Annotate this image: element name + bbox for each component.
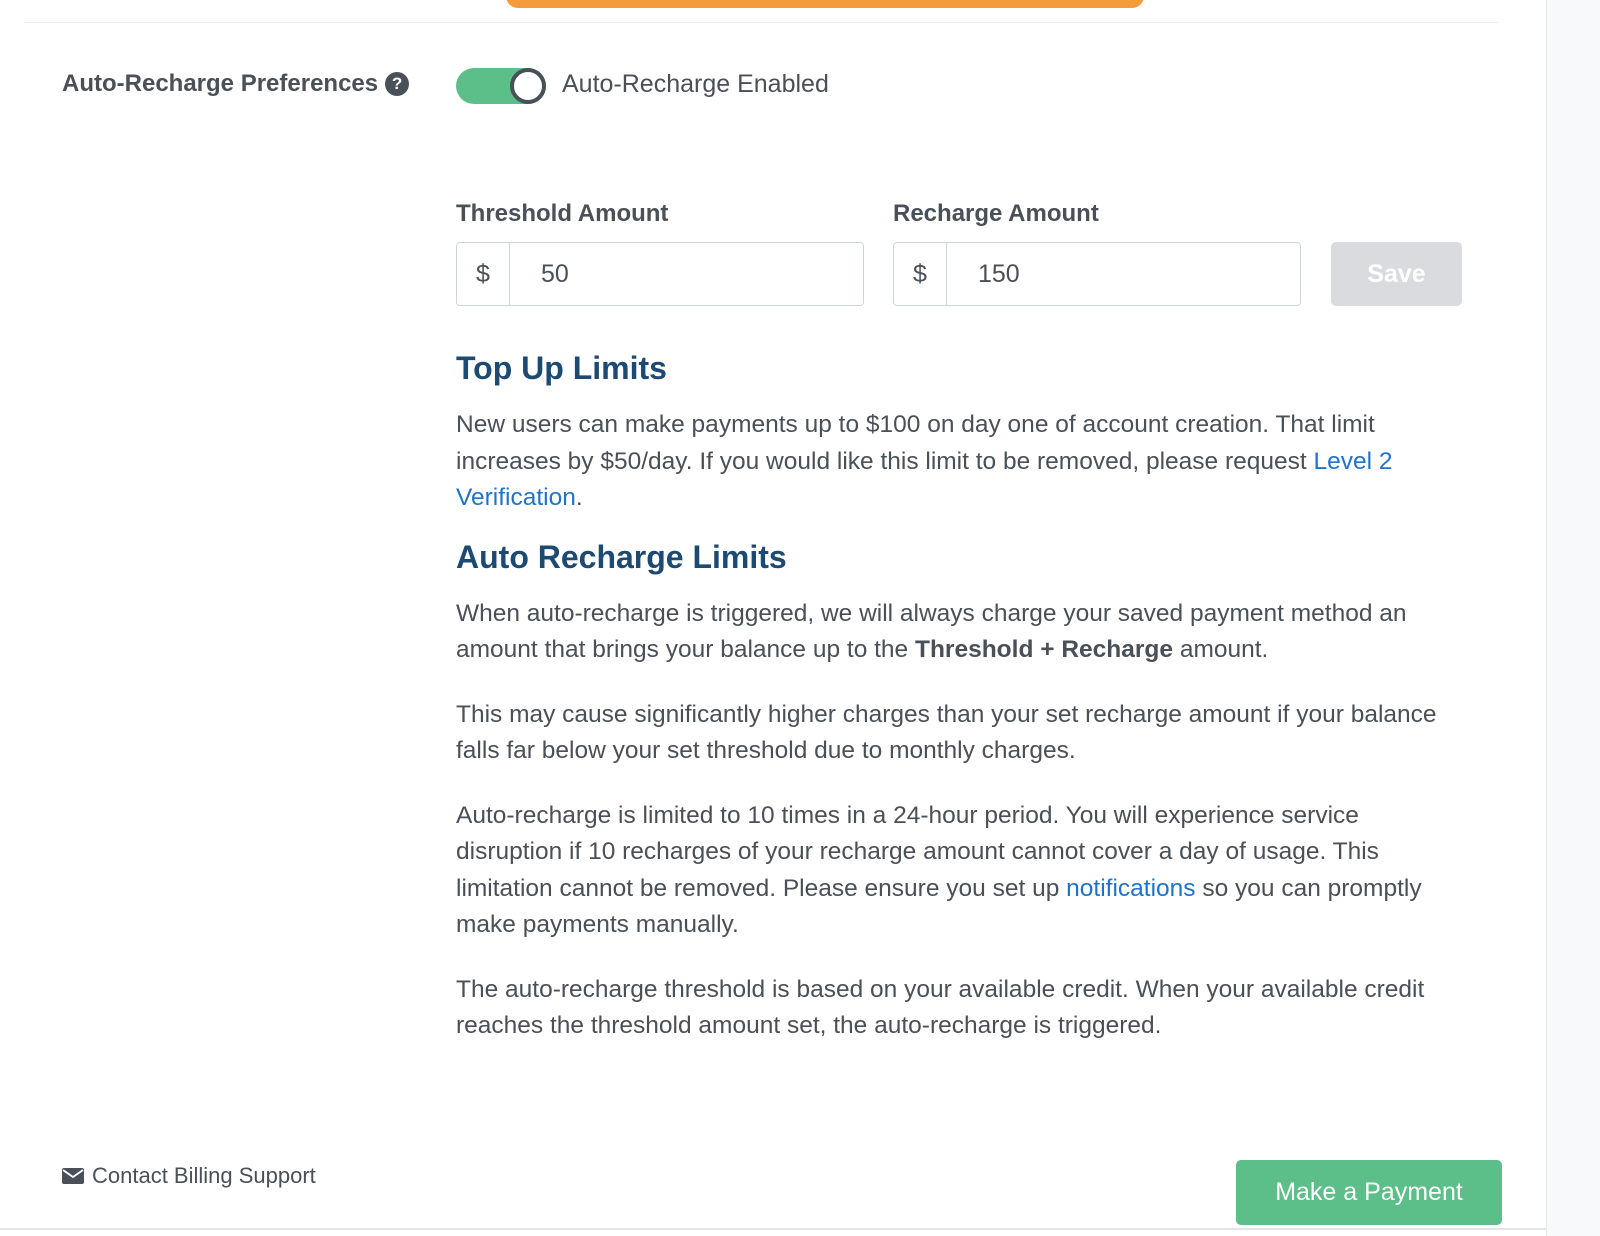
divider: [0, 1228, 1546, 1230]
toggle-knob: [510, 68, 546, 104]
right-gutter: [1546, 0, 1600, 1236]
threshold-amount-label: Threshold Amount: [456, 200, 669, 227]
auto-recharge-toggle-label: Auto-Recharge Enabled: [562, 70, 829, 98]
top-up-limits-text: New users can make payments up to $100 o…: [456, 411, 1393, 511]
preferences-label-text: Auto-Recharge Preferences: [62, 70, 379, 97]
recharge-amount-label: Recharge Amount: [893, 200, 1099, 227]
auto-recharge-toggle[interactable]: [456, 68, 546, 104]
limits-content: Top Up Limits New users can make payment…: [456, 346, 1466, 1073]
envelope-icon: [62, 1168, 84, 1184]
recharge-amount-input-group: $: [893, 242, 1301, 306]
save-button[interactable]: Save: [1331, 242, 1462, 306]
notifications-link[interactable]: notifications: [1066, 875, 1195, 902]
threshold-amount-input-group: $: [456, 242, 864, 306]
threshold-amount-input[interactable]: [510, 243, 863, 305]
auto-recharge-paragraph-2: This may cause significantly higher char…: [456, 700, 1437, 765]
auto-recharge-paragraph-4: The auto-recharge threshold is based on …: [456, 975, 1425, 1040]
top-up-limits-heading: Top Up Limits: [456, 350, 667, 386]
make-a-payment-button[interactable]: Make a Payment: [1236, 1160, 1502, 1225]
contact-billing-support-label: Contact Billing Support: [92, 1163, 316, 1188]
question-circle-icon[interactable]: ?: [385, 72, 410, 96]
auto-recharge-paragraph-3: Auto-recharge is limited to 10 times in …: [456, 801, 1422, 939]
divider: [24, 22, 1498, 23]
dollar-prefix: $: [894, 243, 947, 305]
top-banner: [506, 0, 1144, 8]
auto-recharge-preferences-label: Auto-Recharge Preferences ?: [62, 70, 410, 98]
dollar-prefix: $: [457, 243, 510, 305]
auto-recharge-limits-heading: Auto Recharge Limits: [456, 538, 787, 575]
recharge-amount-input[interactable]: [947, 243, 1300, 305]
contact-billing-support-link[interactable]: Contact Billing Support: [62, 1163, 316, 1189]
auto-recharge-paragraph-1: When auto-recharge is triggered, we will…: [456, 599, 1407, 664]
